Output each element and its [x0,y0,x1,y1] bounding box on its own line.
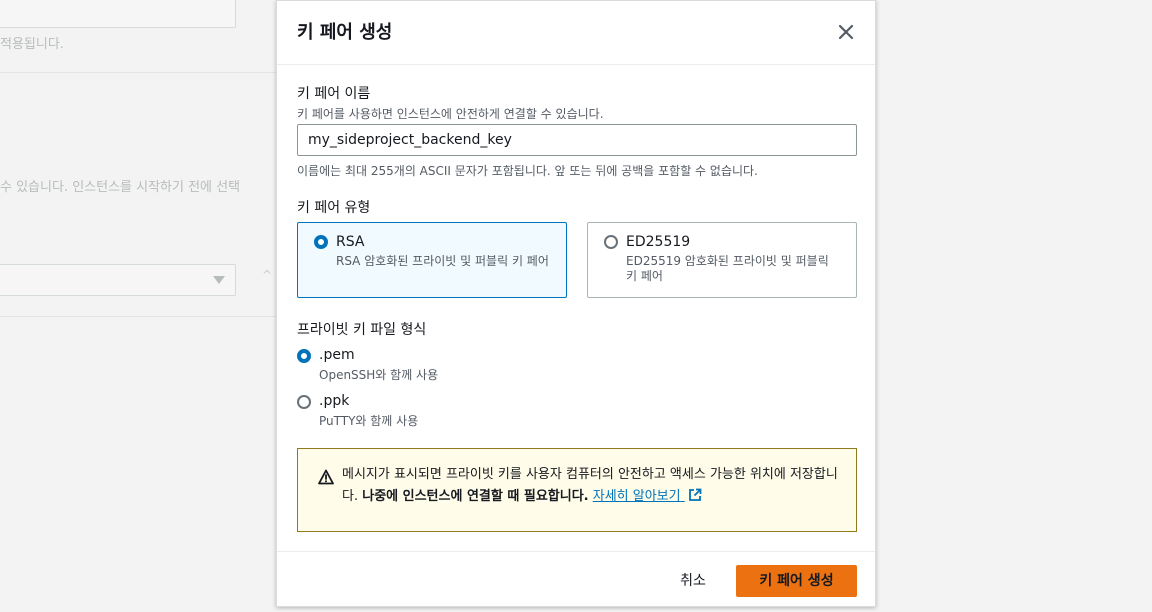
caret-up-icon: ^ [262,268,273,282]
background-text: 적용됩니다. [0,37,64,52]
file-format-label: 프라이빗 키 파일 형식 [297,322,427,338]
key-name-hint: 이름에는 최대 255개의 ASCII 문자가 포함됩니다. 앞 또는 뒤에 공… [297,160,857,179]
option-title: .ppk [319,393,350,409]
key-type-tile-rsa[interactable]: RSA RSA 암호화된 프라이빗 및 퍼블릭 키 페어 [297,222,567,298]
tile-description: RSA 암호화된 프라이빗 및 퍼블릭 키 페어 [336,254,549,268]
background-divider [0,72,276,73]
radio-ppk[interactable] [297,395,311,409]
warning-alert: 메시지가 표시되면 프라이빗 키를 사용자 컴퓨터의 안전하고 액세스 가능한 … [297,448,857,532]
caret-down-icon [213,276,225,284]
key-name-description: 키 페어를 사용하면 인스턴스에 안전하게 연결할 수 있습니다. [297,107,604,121]
key-name-section: 키 페어 이름 키 페어를 사용하면 인스턴스에 안전하게 연결할 수 있습니다… [297,83,857,122]
tile-title: ED25519 [626,234,691,250]
tile-description: ED25519 암호화된 프라이빗 및 퍼블릭 키 페어 [626,254,829,283]
key-type-section: 키 페어 유형 [297,197,857,217]
modal-header: 키 페어 생성 [277,1,875,65]
external-link-icon [688,488,702,501]
option-title: .pem [319,347,355,363]
key-name-constraint: 이름에는 최대 255개의 ASCII 문자가 포함됩니다. 앞 또는 뒤에 공… [297,164,758,178]
close-button[interactable] [835,21,857,43]
create-key-pair-modal: 키 페어 생성 키 페어 이름 키 페어를 사용하면 인스턴스에 안전하게 연결… [276,0,876,607]
tile-title: RSA [336,234,365,250]
modal-title: 키 페어 생성 [297,22,393,43]
file-format-section: 프라이빗 키 파일 형식 [297,319,857,339]
key-name-label: 키 페어 이름 [297,86,371,102]
key-type-label: 키 페어 유형 [297,200,371,216]
key-name-input[interactable] [297,124,857,156]
footer-divider [277,551,875,552]
warning-icon [318,469,334,485]
background-select [0,264,236,296]
radio-ed25519[interactable] [604,235,618,249]
background-text: 수 있습니다. 인스턴스를 시작하기 전에 선택 [0,180,241,195]
learn-more-link[interactable]: 자세히 알아보기 [592,488,702,504]
alert-text: 메시지가 표시되면 프라이빗 키를 사용자 컴퓨터의 안전하고 액세스 가능한 … [342,464,842,508]
learn-more-label: 자세히 알아보기 [592,489,681,504]
cancel-button[interactable]: 취소 [667,565,719,597]
radio-pem[interactable] [297,349,311,363]
background-divider [0,316,276,317]
close-icon [838,24,854,40]
key-type-tile-ed25519[interactable]: ED25519 ED25519 암호화된 프라이빗 및 퍼블릭 키 페어 [587,222,857,298]
option-description: OpenSSH와 함께 사용 [319,368,439,382]
option-description: PuTTY와 함께 사용 [319,414,419,428]
create-key-pair-button[interactable]: 키 페어 생성 [736,565,857,597]
radio-rsa[interactable] [314,235,328,249]
background-input [0,0,236,28]
alert-message-bold: 나중에 인스턴스에 연결할 때 필요합니다. [362,489,589,504]
